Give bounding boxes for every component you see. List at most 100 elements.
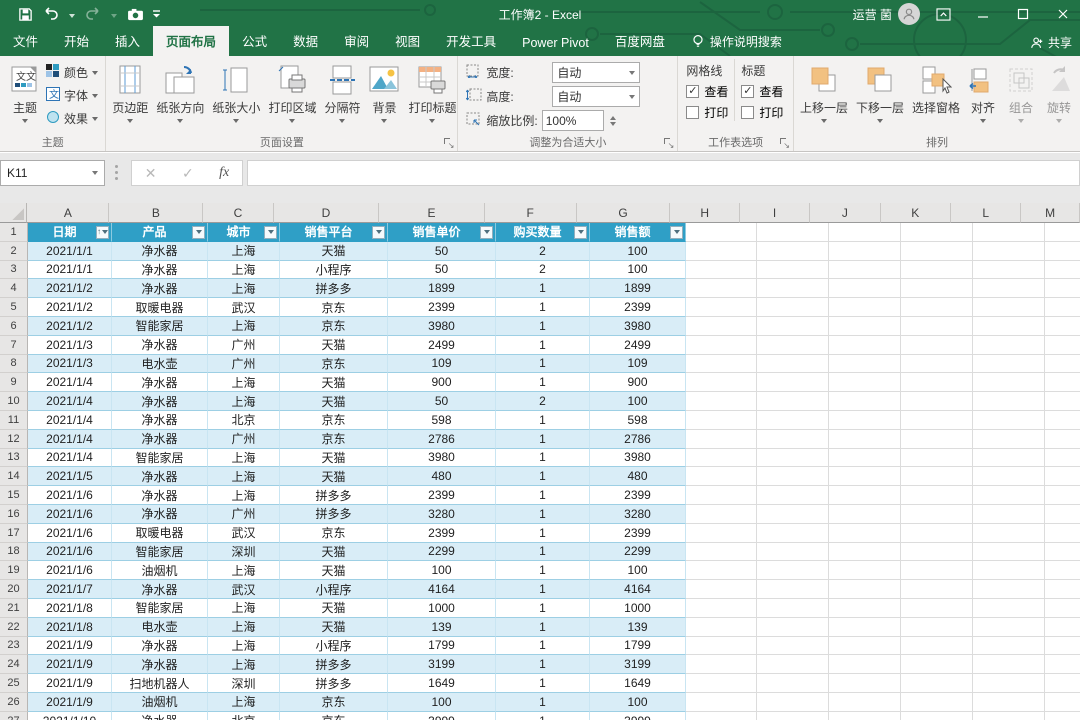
cell[interactable]: 1 [496, 411, 590, 430]
empty-cell[interactable] [901, 467, 973, 486]
cell[interactable]: 小程序 [280, 637, 388, 656]
cell[interactable]: 3980 [388, 317, 496, 336]
cell[interactable]: 1 [496, 430, 590, 449]
cell[interactable]: 50 [388, 261, 496, 280]
cell[interactable]: 1 [496, 298, 590, 317]
empty-cell[interactable] [973, 392, 1045, 411]
cell[interactable]: 2499 [590, 336, 686, 355]
filter-dropdown-icon[interactable] [670, 226, 683, 239]
empty-cell[interactable] [829, 561, 901, 580]
empty-cell[interactable] [829, 505, 901, 524]
cell[interactable]: 2786 [590, 430, 686, 449]
empty-cell[interactable] [973, 449, 1045, 468]
cell[interactable]: 1799 [388, 637, 496, 656]
empty-cell[interactable] [757, 543, 829, 562]
filter-dropdown-icon[interactable] [372, 226, 385, 239]
empty-cell[interactable] [901, 599, 973, 618]
empty-cell[interactable] [1045, 392, 1080, 411]
column-header-E[interactable]: E [379, 203, 485, 223]
table-header-cell[interactable]: 销售额 [590, 223, 686, 242]
row-header-12[interactable]: 12 [0, 430, 28, 449]
column-header-H[interactable]: H [670, 203, 739, 223]
tab-审阅[interactable]: 审阅 [331, 26, 382, 56]
empty-cell[interactable] [1045, 580, 1080, 599]
cell[interactable]: 广州 [208, 505, 280, 524]
empty-cell[interactable] [1045, 317, 1080, 336]
cell[interactable]: 上海 [208, 373, 280, 392]
打印标题-button[interactable]: 打印标题 [404, 59, 460, 135]
empty-cell[interactable] [973, 355, 1045, 374]
cell[interactable]: 上海 [208, 279, 280, 298]
row-header-8[interactable]: 8 [0, 355, 28, 374]
row-header-2[interactable]: 2 [0, 242, 28, 261]
cell[interactable]: 2399 [388, 524, 496, 543]
cell[interactable]: 武汉 [208, 298, 280, 317]
cell[interactable]: 天猫 [280, 449, 388, 468]
cell[interactable]: 1 [496, 373, 590, 392]
cell[interactable]: 480 [388, 467, 496, 486]
cell[interactable]: 上海 [208, 261, 280, 280]
背景-button[interactable]: 背景 [364, 59, 404, 135]
tab-页面布局[interactable]: 页面布局 [153, 26, 229, 56]
cell[interactable]: 京东 [280, 693, 388, 712]
cell[interactable]: 2399 [590, 486, 686, 505]
cell[interactable]: 100 [388, 693, 496, 712]
empty-cell[interactable] [686, 449, 757, 468]
cell[interactable]: 2021/1/3 [28, 355, 112, 374]
empty-cell[interactable] [686, 618, 757, 637]
tab-Power Pivot[interactable]: Power Pivot [509, 31, 602, 56]
cell[interactable]: 北京 [208, 411, 280, 430]
empty-cell[interactable] [973, 712, 1045, 720]
empty-cell[interactable] [901, 242, 973, 261]
cell[interactable]: 上海 [208, 317, 280, 336]
cell[interactable]: 2021/1/6 [28, 505, 112, 524]
row-header-21[interactable]: 21 [0, 599, 28, 618]
cell[interactable]: 2399 [590, 524, 686, 543]
cell[interactable]: 2021/1/10 [28, 712, 112, 720]
cell[interactable]: 2021/1/7 [28, 580, 112, 599]
cell[interactable]: 净水器 [112, 373, 208, 392]
empty-cell[interactable] [829, 637, 901, 656]
empty-cell[interactable] [829, 411, 901, 430]
empty-cell[interactable] [1045, 618, 1080, 637]
empty-cell[interactable] [829, 693, 901, 712]
cell[interactable]: 2021/1/2 [28, 298, 112, 317]
column-header-A[interactable]: A [27, 203, 109, 223]
empty-cell[interactable] [829, 242, 901, 261]
cell[interactable]: 1 [496, 561, 590, 580]
cell[interactable]: 天猫 [280, 561, 388, 580]
row-header-25[interactable]: 25 [0, 674, 28, 693]
cell[interactable]: 1899 [590, 279, 686, 298]
empty-cell[interactable] [686, 637, 757, 656]
row-header-15[interactable]: 15 [0, 486, 28, 505]
cell[interactable]: 3199 [388, 655, 496, 674]
cell[interactable]: 3980 [590, 317, 686, 336]
cell[interactable]: 京东 [280, 355, 388, 374]
empty-cell[interactable] [829, 223, 901, 242]
cell[interactable]: 3980 [590, 449, 686, 468]
cell[interactable]: 3280 [590, 505, 686, 524]
cell[interactable]: 1 [496, 317, 590, 336]
cell[interactable]: 2021/1/4 [28, 392, 112, 411]
empty-cell[interactable] [829, 599, 901, 618]
row-header-11[interactable]: 11 [0, 411, 28, 430]
empty-cell[interactable] [686, 674, 757, 693]
cell[interactable]: 2021/1/4 [28, 411, 112, 430]
empty-cell[interactable] [1045, 355, 1080, 374]
filter-dropdown-icon[interactable] [574, 226, 587, 239]
row-header-23[interactable]: 23 [0, 637, 28, 656]
empty-cell[interactable] [829, 279, 901, 298]
cell[interactable]: 2021/1/3 [28, 336, 112, 355]
empty-cell[interactable] [757, 693, 829, 712]
page-setup-dialog-launcher-icon[interactable] [443, 137, 454, 148]
cell[interactable]: 2 [496, 392, 590, 411]
column-header-F[interactable]: F [485, 203, 577, 223]
cell[interactable]: 1 [496, 355, 590, 374]
empty-cell[interactable] [901, 392, 973, 411]
cell[interactable]: 1649 [590, 674, 686, 693]
table-header-cell[interactable]: 城市 [208, 223, 280, 242]
empty-cell[interactable] [686, 599, 757, 618]
empty-cell[interactable] [686, 242, 757, 261]
row-header-24[interactable]: 24 [0, 655, 28, 674]
empty-cell[interactable] [1045, 505, 1080, 524]
